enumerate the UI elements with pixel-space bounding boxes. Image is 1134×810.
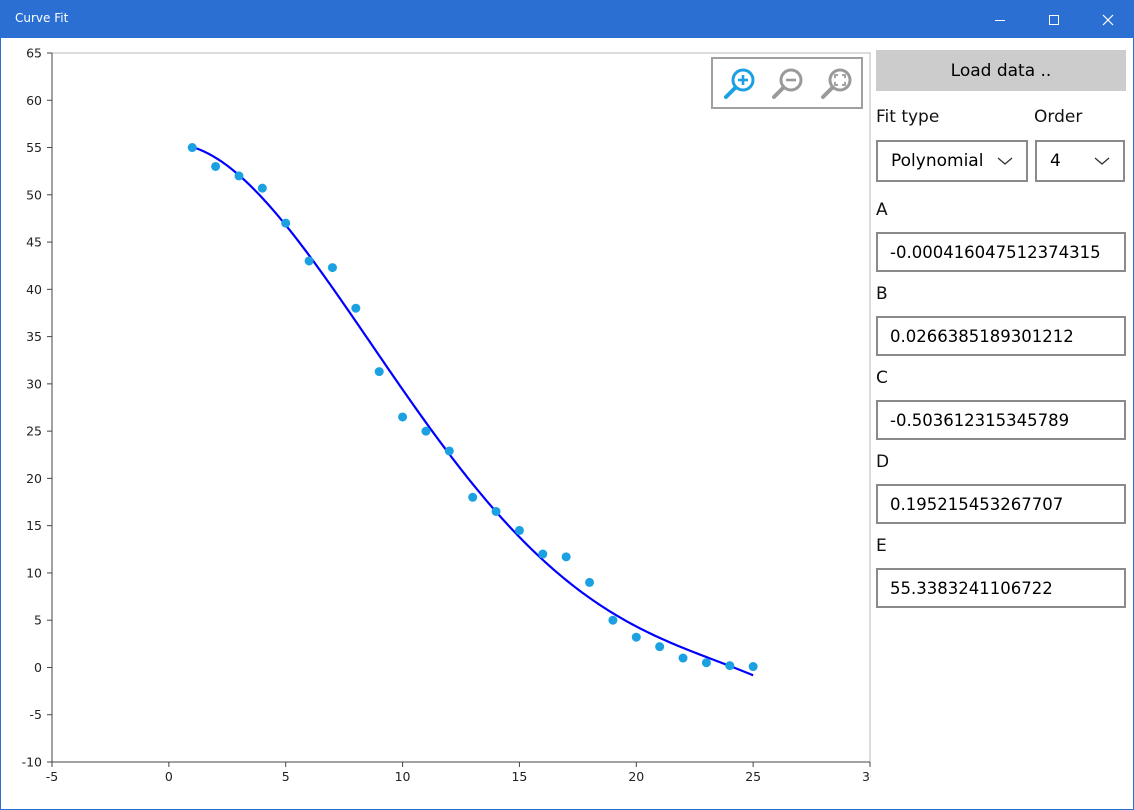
data-point xyxy=(398,412,408,422)
data-point xyxy=(304,256,314,266)
data-point xyxy=(351,303,361,313)
y-tick-label: 30 xyxy=(26,376,42,391)
data-point xyxy=(234,171,244,181)
fit-type-select[interactable]: Polynomial xyxy=(876,140,1028,182)
y-tick-label: 45 xyxy=(26,235,42,250)
zoom-out-icon[interactable] xyxy=(770,66,806,102)
y-tick-label: 15 xyxy=(26,518,42,533)
param-e-field[interactable]: 55.3383241106722 xyxy=(876,568,1126,608)
data-point xyxy=(491,506,501,516)
y-tick-label: -5 xyxy=(30,707,42,722)
y-tick-label: 20 xyxy=(26,471,42,486)
y-tick-label: -10 xyxy=(22,755,42,770)
y-tick-label: 5 xyxy=(34,613,42,628)
close-button[interactable] xyxy=(1083,1,1133,38)
data-point xyxy=(421,426,431,436)
y-tick-label: 25 xyxy=(26,424,42,439)
data-point xyxy=(678,653,688,663)
param-b-field[interactable]: 0.0266385189301212 xyxy=(876,316,1126,356)
data-point xyxy=(608,615,618,625)
x-tick-label: 10 xyxy=(395,769,411,784)
x-tick-label: 15 xyxy=(511,769,527,784)
param-c-field[interactable]: -0.503612315345789 xyxy=(876,400,1126,440)
window-title: Curve Fit xyxy=(15,11,69,25)
data-point xyxy=(257,183,267,193)
maximize-icon xyxy=(1049,14,1059,25)
chevron-down-icon xyxy=(992,156,1026,166)
y-tick-label: 50 xyxy=(26,187,42,202)
y-tick-label: 55 xyxy=(26,140,42,155)
data-point xyxy=(468,492,478,502)
y-tick-label: 40 xyxy=(26,282,42,297)
data-point xyxy=(374,367,384,377)
title-bar[interactable]: Curve Fit xyxy=(1,1,1133,38)
order-label: Order xyxy=(1034,107,1083,127)
y-tick-label: 60 xyxy=(26,93,42,108)
x-tick-label: 25 xyxy=(745,769,761,784)
x-tick-label: 20 xyxy=(628,769,644,784)
order-value: 4 xyxy=(1050,151,1061,171)
y-tick-label: 0 xyxy=(34,660,42,675)
y-tick-label: 35 xyxy=(26,329,42,344)
close-icon xyxy=(1102,14,1114,25)
param-d-label: D xyxy=(876,452,890,472)
zoom-in-icon[interactable] xyxy=(722,66,758,102)
chevron-down-icon xyxy=(1089,156,1123,166)
data-point xyxy=(725,661,735,671)
load-data-button[interactable]: Load data .. xyxy=(876,50,1126,91)
minimize-button[interactable] xyxy=(975,1,1025,38)
data-point xyxy=(561,552,571,562)
y-tick-label: 65 xyxy=(26,46,42,61)
zoom-toolbar xyxy=(711,57,863,109)
data-point xyxy=(538,549,548,559)
x-tick-label: 30 xyxy=(862,769,871,784)
data-point xyxy=(655,642,665,652)
data-point xyxy=(514,525,524,535)
data-point xyxy=(211,161,221,171)
scatter-chart[interactable]: -10 -5 0 5 10 15 20 25 30 35 40 45 50 55 60 65 -5 0 5 10 15 2… xyxy=(1,38,871,808)
x-tick-label: -5 xyxy=(46,769,58,784)
data-point xyxy=(585,577,595,587)
data-point xyxy=(701,658,711,668)
x-tick-label: 0 xyxy=(165,769,173,784)
maximize-button[interactable] xyxy=(1029,1,1079,38)
param-b-label: B xyxy=(876,284,888,304)
data-point xyxy=(748,662,758,672)
y-tick-label: 10 xyxy=(26,565,42,580)
fit-type-label: Fit type xyxy=(876,107,940,127)
param-e-label: E xyxy=(876,536,887,556)
x-tick-label: 5 xyxy=(282,769,290,784)
param-a-field[interactable]: -0.000416047512374315 xyxy=(876,232,1126,272)
param-d-field[interactable]: 0.195215453267707 xyxy=(876,484,1126,524)
order-select[interactable]: 4 xyxy=(1035,140,1125,182)
plot-frame xyxy=(51,52,871,763)
param-a-label: A xyxy=(876,200,888,220)
data-point xyxy=(444,446,454,456)
fit-curve xyxy=(191,145,754,677)
data-point xyxy=(631,632,641,642)
data-point xyxy=(281,218,291,228)
minimize-icon xyxy=(995,19,1005,21)
fit-type-value: Polynomial xyxy=(891,151,984,171)
chart-area[interactable]: -10 -5 0 5 10 15 20 25 30 35 40 45 50 55 60 65 -5 0 5 10 15 2… xyxy=(1,38,871,808)
zoom-reset-icon[interactable] xyxy=(819,66,855,102)
param-c-label: C xyxy=(876,368,888,388)
data-point xyxy=(327,263,337,273)
data-point xyxy=(187,143,197,153)
